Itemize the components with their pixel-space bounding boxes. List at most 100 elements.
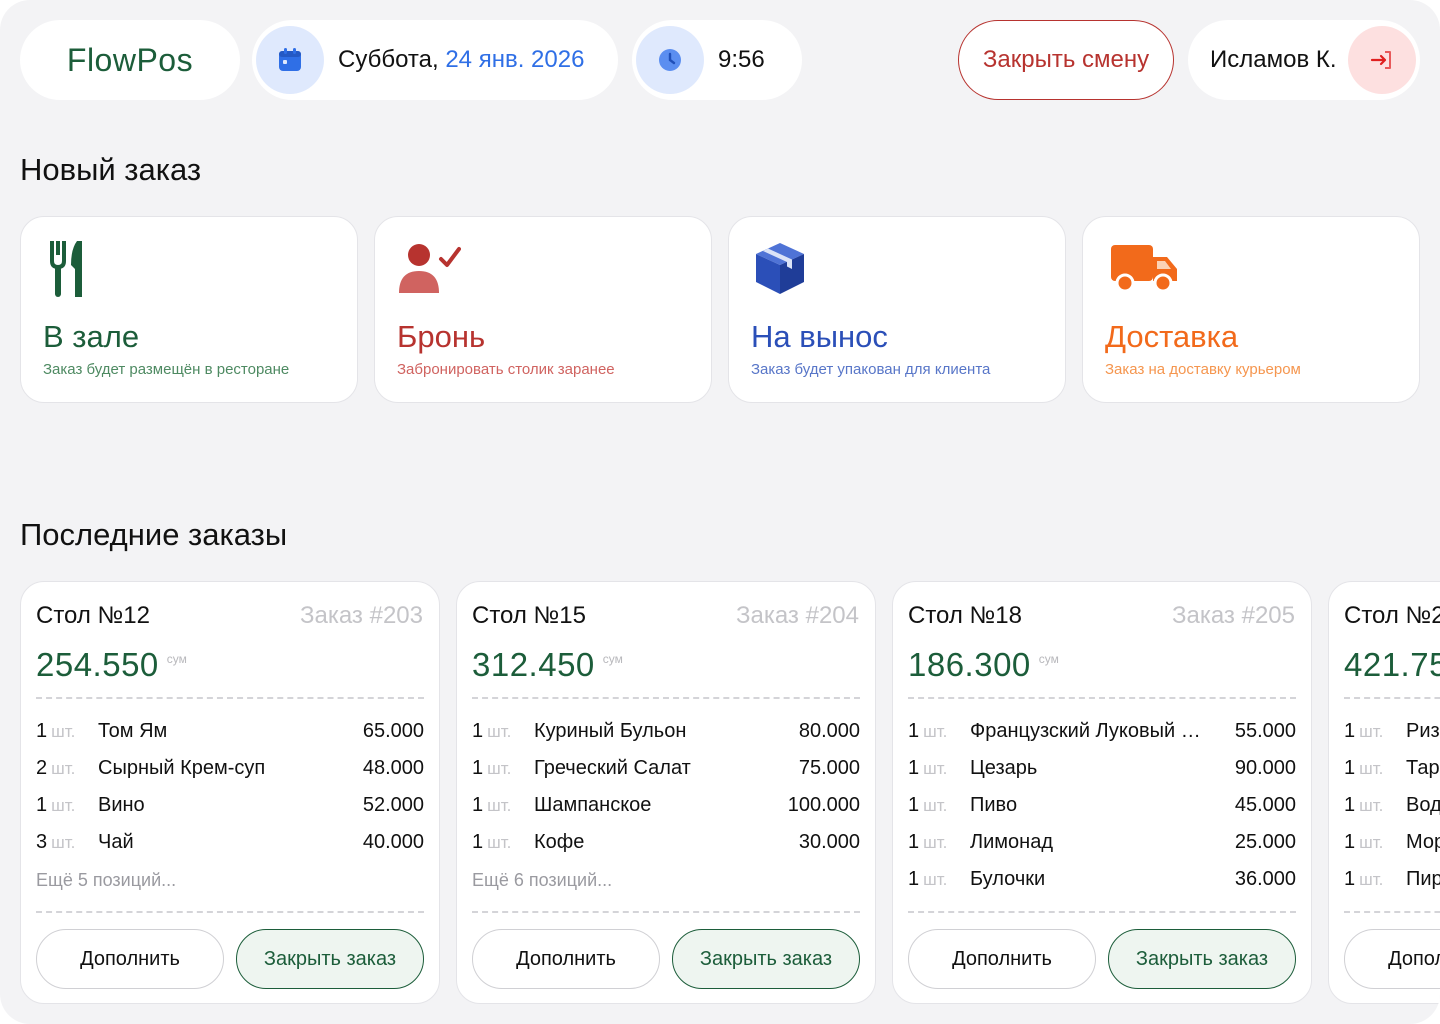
item-unit: шт. [923, 796, 948, 815]
add-to-order-button[interactable]: Дополнить [36, 929, 224, 989]
item-name: Тар [1406, 757, 1440, 779]
divider [908, 911, 1296, 913]
list-item: 1 шт. Тар [1344, 757, 1440, 794]
order-number: Заказ #205 [1171, 602, 1295, 629]
item-unit: шт. [51, 833, 76, 852]
recent-orders-title: Последние заказы [20, 517, 288, 552]
table-label: Стол №12 [36, 602, 150, 629]
item-price: 52.000 [362, 794, 424, 816]
order-card: Стол №18 Заказ #205 186.300 сум 1 шт. Фра… [892, 581, 1312, 1004]
add-to-order-button[interactable]: Дополнить [908, 929, 1096, 989]
item-price: 48.000 [362, 757, 424, 779]
order-number: Заказ #204 [735, 602, 859, 629]
item-qty: 1 [36, 720, 48, 742]
item-name: Куриный Бульон [534, 720, 687, 742]
order-total-amount: 312.450 [472, 646, 595, 683]
logo: FlowPos [20, 20, 240, 100]
order-type-reservation[interactable]: Бронь Забронировать столик заранее [374, 216, 712, 403]
divider [472, 697, 860, 699]
order-type-takeaway[interactable]: На вынос Заказ будет упакован для клиент… [728, 216, 1066, 403]
list-item: 1 шт. Французский Луковый Суп 55.000 [908, 720, 1296, 757]
item-unit: шт. [1359, 759, 1384, 778]
order-type-title: Бронь [397, 319, 486, 354]
table-label: Стол №18 [908, 602, 1022, 629]
list-item: 1 шт. Кофе 30.000 [472, 831, 860, 868]
item-unit: шт. [1359, 833, 1384, 852]
list-item: 1 шт. Риз [1344, 720, 1440, 757]
item-unit: шт. [923, 833, 948, 852]
order-total: 186.300 сум [908, 646, 1059, 684]
box-icon [751, 239, 809, 302]
item-qty: 1 [908, 831, 920, 853]
close-order-button[interactable]: Закрыть заказ [236, 929, 424, 989]
item-qty: 1 [472, 831, 484, 853]
order-type-subtitle: Заказ на доставку курьером [1105, 361, 1301, 378]
item-qty: 3 [36, 831, 48, 853]
item-unit: шт. [923, 759, 948, 778]
order-type-dine-in[interactable]: В зале Заказ будет размещён в ресторане [20, 216, 358, 403]
item-price: 45.000 [1234, 794, 1296, 816]
item-unit: шт. [51, 759, 76, 778]
item-name: Том Ям [98, 720, 168, 742]
order-type-title: В зале [43, 319, 140, 354]
date-value: 24 янв. 2026 [445, 46, 585, 73]
user-panel: Исламов К. [1188, 20, 1420, 100]
list-item: 1 шт. Булочки 36.000 [908, 868, 1296, 905]
add-to-order-button[interactable]: Дополнить [472, 929, 660, 989]
item-qty: 1 [908, 868, 920, 890]
item-price: 30.000 [798, 831, 860, 853]
close-shift-button[interactable]: Закрыть смену [958, 20, 1174, 100]
item-name: Греческий Салат [534, 757, 691, 779]
fork-knife-icon [43, 239, 93, 304]
order-total: 254.550 сум [36, 646, 187, 684]
item-name: Булочки [970, 868, 1046, 890]
order-type-delivery[interactable]: Доставка Заказ на доставку курьером [1082, 216, 1420, 403]
item-name: Сырный Крем-суп [98, 757, 266, 779]
table-label: Стол №2 [1344, 602, 1440, 629]
order-items: 1 шт. Том Ям 65.000 2 шт. Сырный Крем-суп … [36, 720, 424, 868]
clock-icon [636, 26, 704, 94]
table-label: Стол №15 [472, 602, 586, 629]
order-type-subtitle: Заказ будет упакован для клиента [751, 361, 991, 378]
currency-label: сум [166, 652, 187, 666]
list-item: 1 шт. Пиво 45.000 [908, 794, 1296, 831]
logout-button[interactable] [1348, 26, 1416, 94]
divider [36, 911, 424, 913]
item-name: Лимонад [970, 831, 1054, 853]
item-unit: шт. [1359, 796, 1384, 815]
item-unit: шт. [487, 722, 512, 741]
more-items-link[interactable]: Ещё 6 позиций... [472, 870, 612, 891]
logo-text: FlowPos [66, 41, 194, 78]
item-name: Цезарь [970, 757, 1038, 779]
item-qty: 1 [1344, 794, 1356, 816]
divider [1344, 911, 1440, 913]
divider [908, 697, 1296, 699]
item-unit: шт. [487, 796, 512, 815]
item-price: 80.000 [798, 720, 860, 742]
item-name: Пиво [970, 794, 1018, 816]
close-order-button[interactable]: Закрыть заказ [672, 929, 860, 989]
order-card: Стол №15 Заказ #204 312.450 сум 1 шт. Кур… [456, 581, 876, 1004]
order-card: Стол №12 Заказ #203 254.550 сум 1 шт. Том… [20, 581, 440, 1004]
close-order-button[interactable]: Закрыть заказ [1108, 929, 1296, 989]
list-item: 1 шт. Том Ям 65.000 [36, 720, 424, 757]
item-name: Риз [1406, 720, 1440, 742]
item-qty: 1 [472, 757, 484, 779]
item-unit: шт. [487, 833, 512, 852]
list-item: 1 шт. Лимонад 25.000 [908, 831, 1296, 868]
new-order-title: Новый заказ [20, 152, 202, 187]
list-item: 1 шт. Пир [1344, 868, 1440, 905]
item-price: 36.000 [1234, 868, 1296, 890]
calendar-icon [256, 26, 324, 94]
more-items-link[interactable]: Ещё 5 позиций... [36, 870, 176, 891]
divider [36, 697, 424, 699]
item-price: 55.000 [1234, 720, 1296, 742]
item-price: 40.000 [362, 831, 424, 853]
item-unit: шт. [487, 759, 512, 778]
item-qty: 1 [36, 794, 48, 816]
item-unit: шт. [1359, 722, 1384, 741]
user-name: Исламов К. [1210, 46, 1337, 73]
order-total: 312.450 сум [472, 646, 623, 684]
add-to-order-button[interactable]: Дополнить [1344, 929, 1440, 989]
list-item: 1 шт. Вино 52.000 [36, 794, 424, 831]
